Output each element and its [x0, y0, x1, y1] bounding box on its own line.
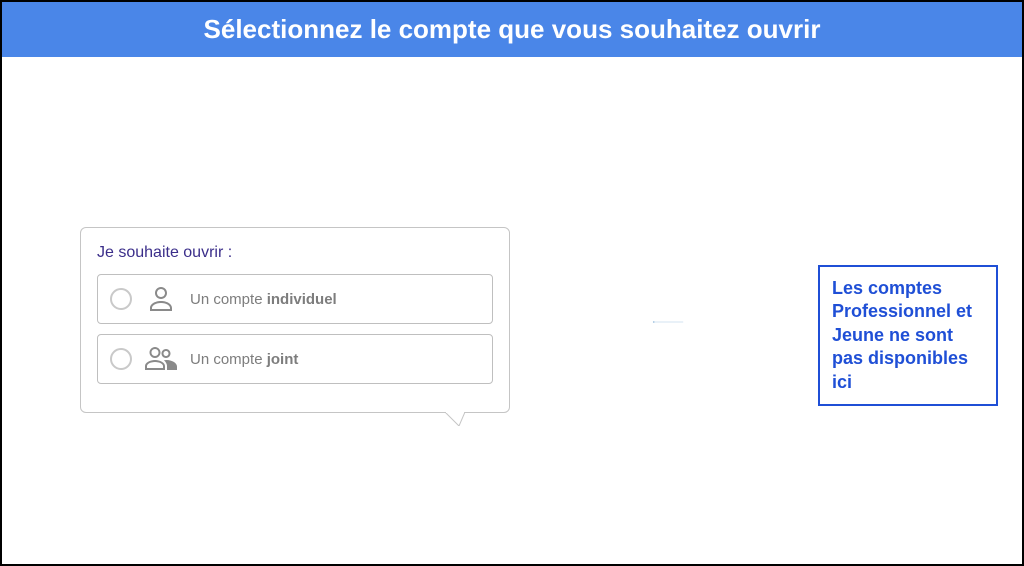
option-individual-label: Un compte individuel — [190, 291, 337, 308]
content-area: Je souhaite ouvrir : Un compte individue… — [2, 57, 1022, 563]
option-joint-label: Un compte joint — [190, 351, 298, 368]
header-bar: Sélectionnez le compte que vous souhaite… — [2, 2, 1022, 57]
option-joint-account[interactable]: Un compte joint — [97, 334, 493, 384]
radio-joint[interactable] — [110, 348, 132, 370]
page-title: Sélectionnez le compte que vous souhaite… — [2, 14, 1022, 45]
radio-individual[interactable] — [110, 288, 132, 310]
arrow-icon — [514, 321, 822, 323]
card-label: Je souhaite ouvrir : — [97, 244, 493, 262]
account-selection-card: Je souhaite ouvrir : Un compte individue… — [80, 227, 510, 413]
two-persons-icon — [144, 345, 178, 373]
person-icon — [144, 285, 178, 313]
info-callout: Les comptes Professionnel et Jeune ne so… — [818, 265, 998, 406]
option-individual-account[interactable]: Un compte individuel — [97, 274, 493, 324]
speech-bubble-tail-icon — [445, 412, 465, 426]
callout-text: Les comptes Professionnel et Jeune ne so… — [832, 277, 984, 394]
